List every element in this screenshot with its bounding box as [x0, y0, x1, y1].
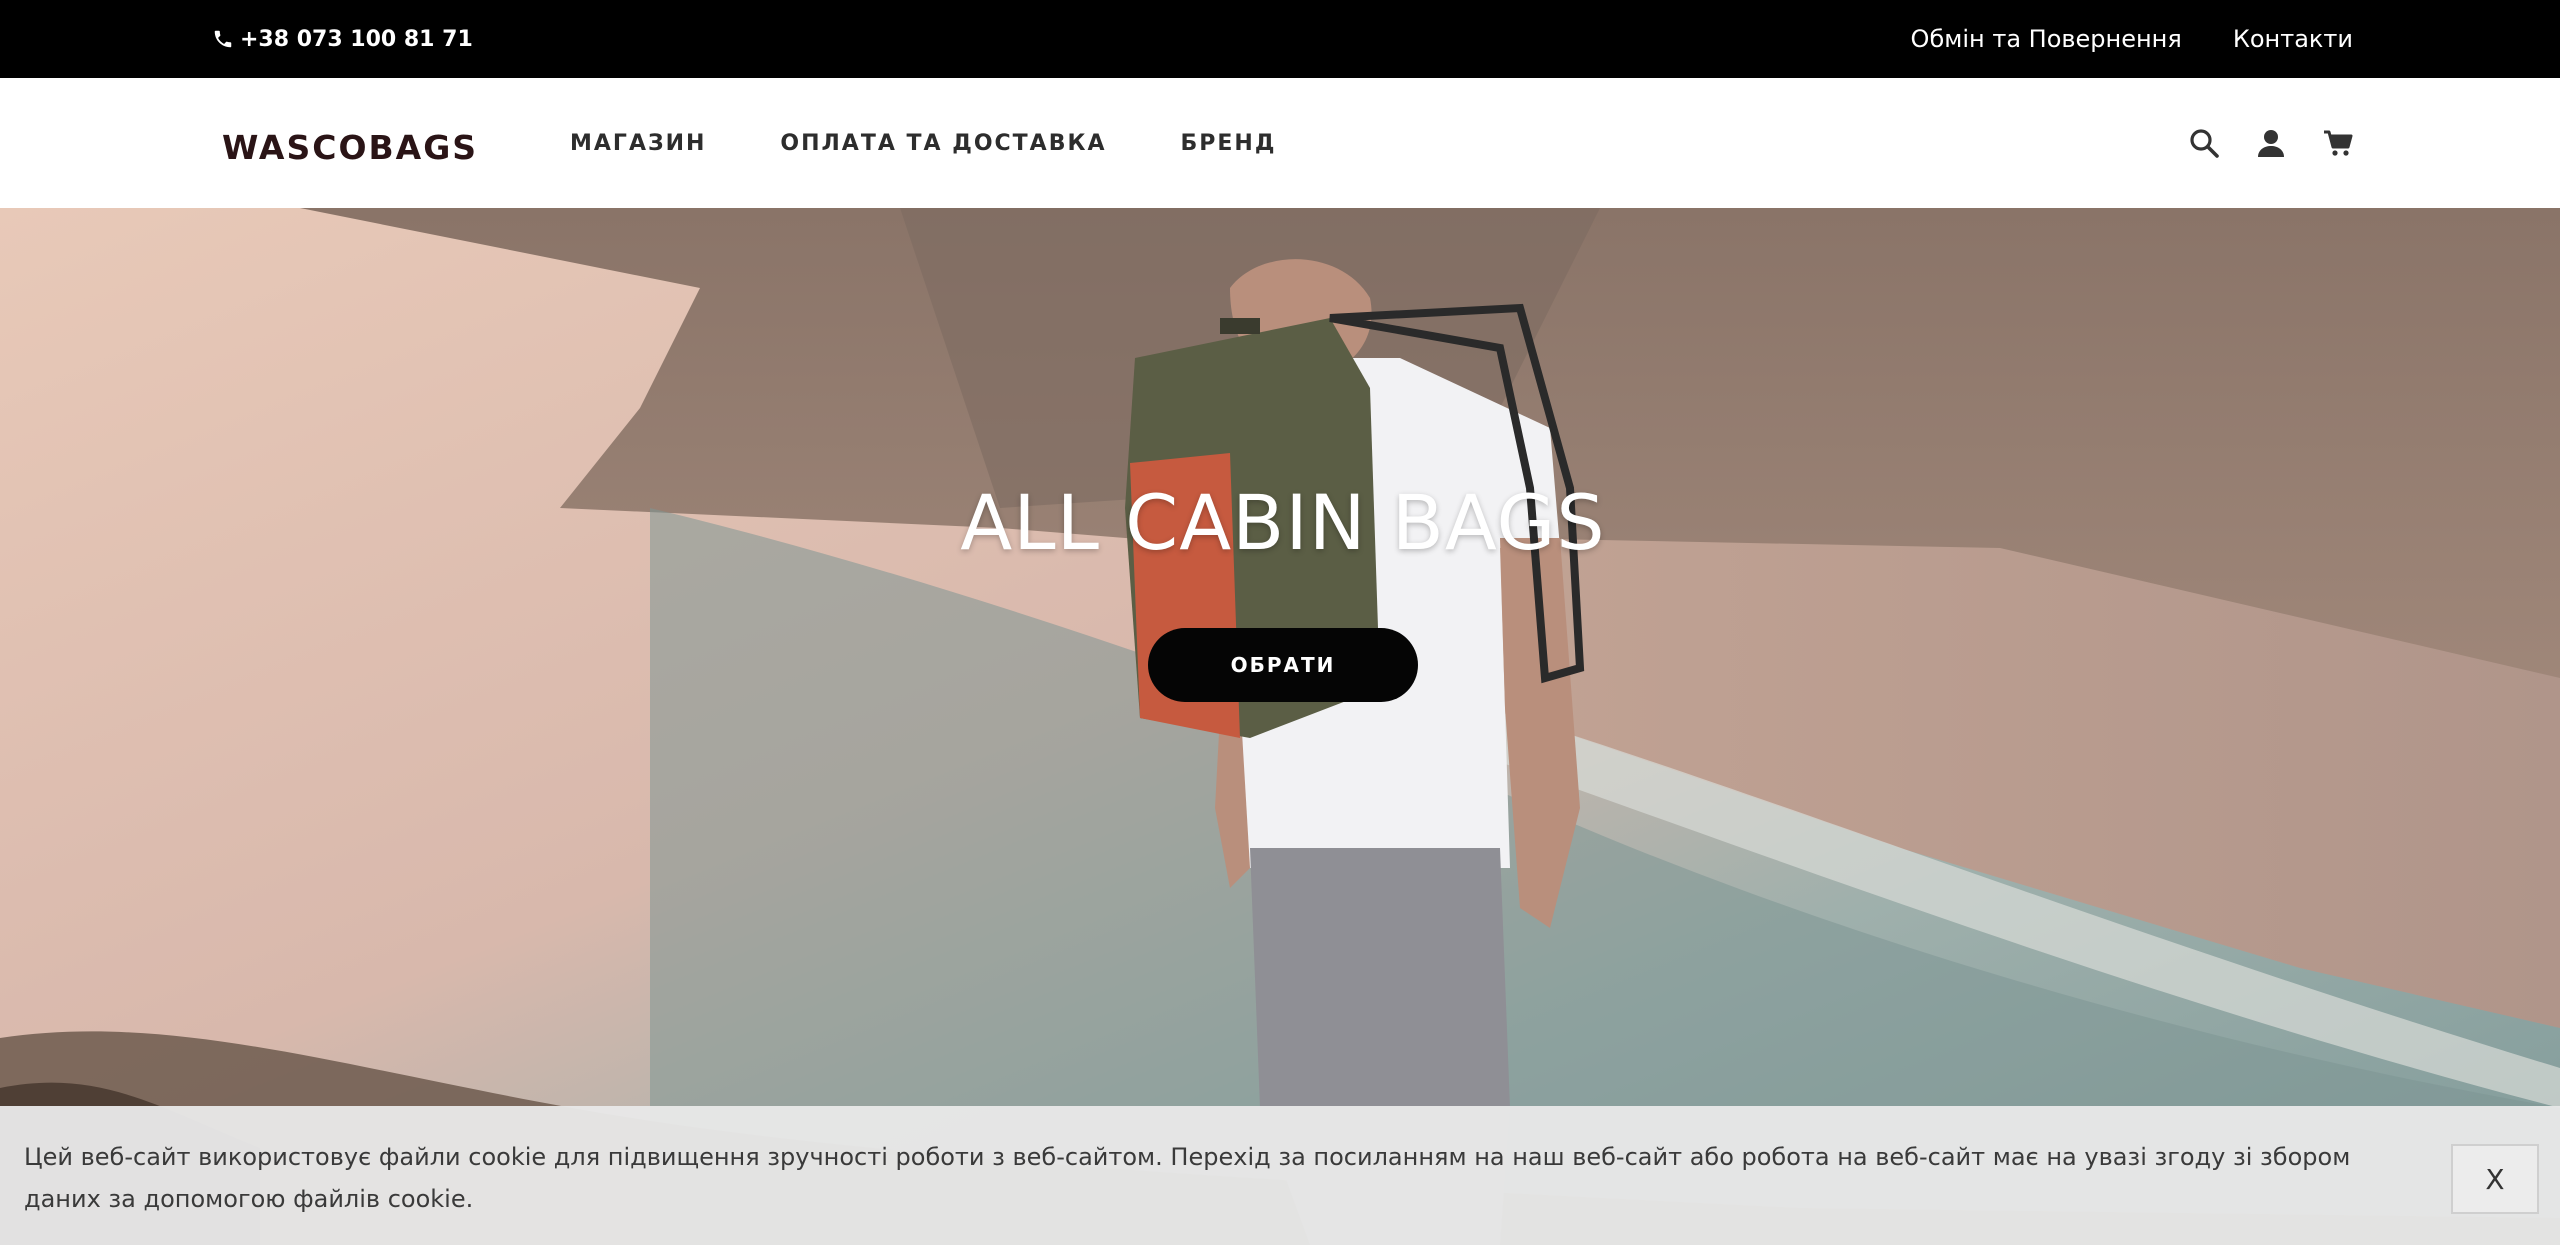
cookie-text: Цей веб-сайт використовує файли cookie д… [24, 1143, 2351, 1213]
choose-button[interactable]: ОБРАТИ [1148, 628, 1418, 702]
logo[interactable]: WASCOBAGS [222, 128, 478, 167]
nav-brand[interactable]: БРЕНД [1180, 131, 1276, 156]
phone-contact[interactable]: +38 073 100 81 71 [212, 0, 473, 78]
link-returns[interactable]: Обмін та Повернення [1911, 25, 2182, 53]
cookie-banner: Цей веб-сайт використовує файли cookie д… [0, 1106, 2560, 1245]
user-icon[interactable] [2255, 127, 2287, 159]
hero-banner: ALL CABIN BAGS ОБРАТИ [0, 208, 2560, 1245]
nav-shop[interactable]: МАГАЗИН [570, 131, 706, 156]
main-nav: МАГАЗИН ОПЛАТА ТА ДОСТАВКА БРЕНД [570, 78, 1276, 208]
cart-icon[interactable] [2322, 127, 2354, 159]
link-contacts[interactable]: Контакти [2233, 25, 2353, 53]
cookie-close-button[interactable]: X [2451, 1144, 2539, 1214]
hero-background-image [0, 208, 2560, 1245]
main-header: WASCOBAGS МАГАЗИН ОПЛАТА ТА ДОСТАВКА БРЕ… [0, 78, 2560, 208]
top-bar: +38 073 100 81 71 Обмін та Повернення Ко… [0, 0, 2560, 78]
phone-icon [214, 30, 232, 48]
nav-payment-delivery[interactable]: ОПЛАТА ТА ДОСТАВКА [780, 131, 1106, 156]
hero-title: ALL CABIN BAGS [960, 478, 1606, 567]
search-icon[interactable] [2188, 127, 2220, 159]
phone-number[interactable]: +38 073 100 81 71 [240, 27, 473, 52]
